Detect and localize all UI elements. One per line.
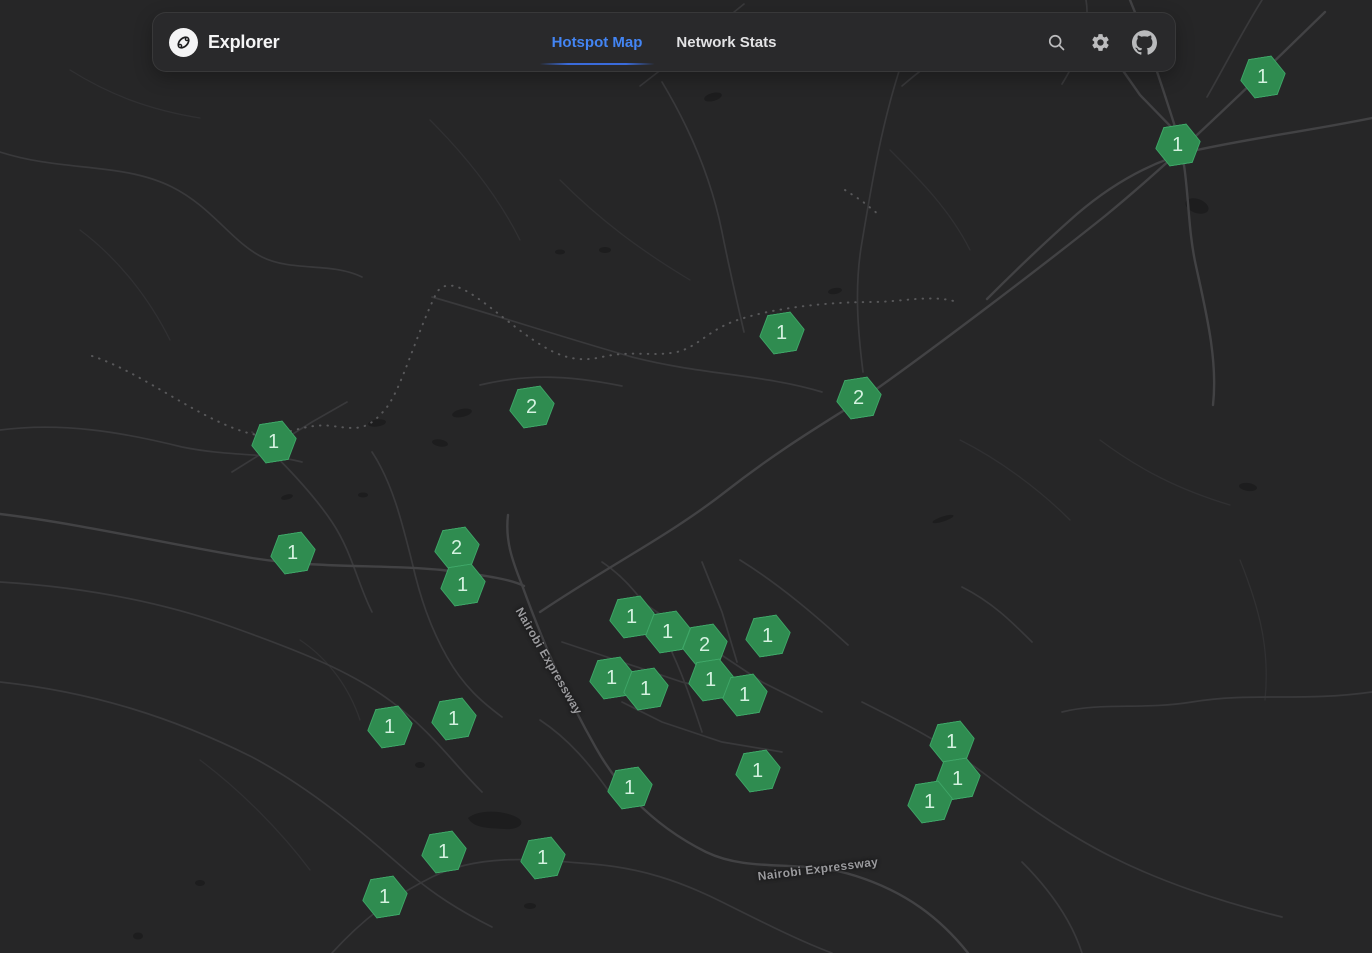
hexagon-count: 1 <box>624 778 635 798</box>
hexagon-count: 1 <box>379 887 390 907</box>
hexagon-count: 1 <box>924 792 935 812</box>
search-icon[interactable] <box>1043 29 1069 55</box>
helium-logo-icon <box>169 28 198 57</box>
hexagon-count: 1 <box>739 685 750 705</box>
hexagon-count: 1 <box>457 575 468 595</box>
hexagon-count: 1 <box>268 432 279 452</box>
hexagon-count: 1 <box>626 607 637 627</box>
hexagon-count: 1 <box>438 842 449 862</box>
nav-actions <box>1043 29 1157 55</box>
hexagon-count: 2 <box>853 388 864 408</box>
map-canvas[interactable]: Nairobi ExpresswayNairobi Expressway 111… <box>0 0 1372 953</box>
hexagon-count: 1 <box>640 679 651 699</box>
hexagon-count: 1 <box>752 761 763 781</box>
hexagon-count: 1 <box>776 323 787 343</box>
hexagon-count: 2 <box>526 397 537 417</box>
settings-gear-icon[interactable] <box>1087 29 1113 55</box>
hexagon-count: 1 <box>1172 135 1183 155</box>
hexagon-count: 1 <box>448 709 459 729</box>
app-title: Explorer <box>208 32 279 53</box>
hexagon-count: 1 <box>946 732 957 752</box>
hexagon-count: 1 <box>762 626 773 646</box>
hexagon-count: 2 <box>699 635 710 655</box>
hexagon-count: 1 <box>287 543 298 563</box>
explorer-logo[interactable]: Explorer <box>169 28 279 57</box>
hexagon-count: 1 <box>1257 67 1268 87</box>
hexagon-count: 1 <box>537 848 548 868</box>
tab-network-stats[interactable]: Network Stats <box>676 34 776 51</box>
hexagon-count: 1 <box>606 668 617 688</box>
github-icon[interactable] <box>1131 29 1157 55</box>
hexagon-count: 1 <box>952 769 963 789</box>
hexagon-count: 1 <box>384 717 395 737</box>
tab-hotspot-map[interactable]: Hotspot Map <box>552 34 643 51</box>
hexagon-count: 1 <box>705 670 716 690</box>
hexagon-count: 2 <box>451 538 462 558</box>
hexagon-count: 1 <box>662 622 673 642</box>
top-navbar: Explorer Hotspot Map Network Stats <box>152 12 1176 72</box>
nav-tabs: Hotspot Map Network Stats <box>552 13 777 71</box>
